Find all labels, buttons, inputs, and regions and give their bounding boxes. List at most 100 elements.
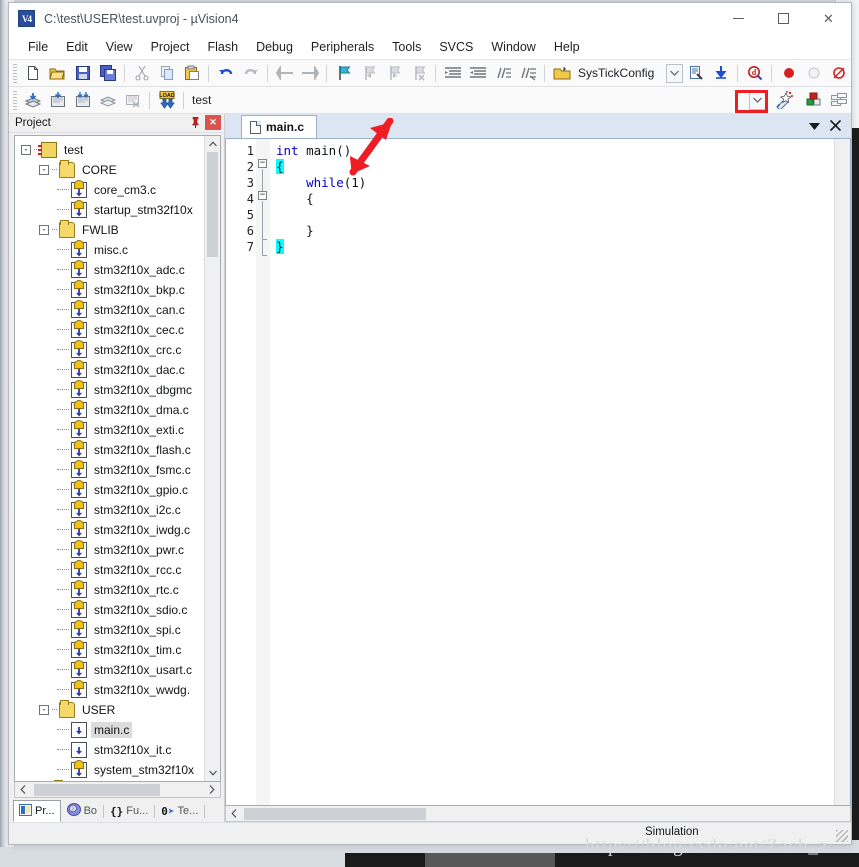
tree-item[interactable]: stm32f10x_rtc.c	[15, 579, 204, 600]
comment-icon[interactable]	[490, 62, 515, 85]
bookmark-toggle-icon[interactable]	[331, 62, 356, 85]
breakpoint-kill-icon[interactable]	[826, 62, 851, 85]
manage-project-items-icon[interactable]	[801, 89, 826, 112]
menu-svcs[interactable]: SVCS	[430, 37, 482, 57]
pin-icon[interactable]	[187, 115, 203, 130]
tree-item[interactable]: stm32f10x_flash.c	[15, 439, 204, 460]
function-browse-icon[interactable]	[549, 62, 574, 85]
tree-item[interactable]: stm32f10x_dbgmc	[15, 379, 204, 400]
fold-toggle-icon[interactable]: −	[258, 159, 267, 168]
menu-debug[interactable]: Debug	[247, 37, 302, 57]
tree-item[interactable]: - CORE	[15, 159, 204, 180]
resize-grip-icon[interactable]	[836, 830, 848, 842]
translate-icon[interactable]	[20, 89, 45, 112]
tree-item[interactable]: stm32f10x_wwdg.	[15, 679, 204, 700]
tab-functions[interactable]: {} Fu...	[104, 800, 154, 822]
project-tree-horizontal-scrollbar[interactable]	[14, 782, 221, 798]
tree-item[interactable]: stm32f10x_usart.c	[15, 659, 204, 680]
manage-multi-project-icon[interactable]	[826, 89, 851, 112]
insert-marker-icon[interactable]	[708, 62, 733, 85]
tree-item[interactable]: stm32f10x_rcc.c	[15, 559, 204, 580]
target-name-label[interactable]: test	[188, 91, 358, 110]
menu-flash[interactable]: Flash	[198, 37, 247, 57]
cut-icon[interactable]	[129, 62, 154, 85]
menu-view[interactable]: View	[97, 37, 142, 57]
tab-project[interactable]: Pr...	[13, 800, 61, 822]
tree-item[interactable]: - USER	[15, 699, 204, 720]
scrollbar-track[interactable]	[205, 256, 220, 765]
navigate-forward-icon[interactable]	[297, 62, 322, 85]
bookmark-prev-icon[interactable]	[356, 62, 381, 85]
breakpoint-icon[interactable]	[776, 62, 801, 85]
close-icon[interactable]: ✕	[205, 115, 221, 131]
project-tree-vertical-scrollbar[interactable]	[204, 135, 220, 781]
scrollbar-thumb[interactable]	[207, 151, 218, 257]
stop-build-icon[interactable]	[120, 89, 145, 112]
tree-item[interactable]: stm32f10x_adc.c	[15, 259, 204, 280]
toolbar-grip[interactable]	[13, 90, 17, 110]
outdent-icon[interactable]	[465, 62, 490, 85]
open-file-icon[interactable]	[45, 62, 70, 85]
tree-item[interactable]: stm32f10x_spi.c	[15, 619, 204, 640]
load-download-icon[interactable]: LOAD	[154, 89, 179, 112]
copy-icon[interactable]	[154, 62, 179, 85]
tree-item[interactable]: stm32f10x_pwr.c	[15, 539, 204, 560]
tree-expander-icon[interactable]: -	[21, 144, 31, 155]
tree-item[interactable]: stm32f10x_iwdg.c	[15, 519, 204, 540]
tree-item[interactable]: - test	[15, 140, 204, 160]
tree-item[interactable]: stm32f10x_dac.c	[15, 359, 204, 380]
bookmark-next-icon[interactable]	[381, 62, 406, 85]
tab-templates[interactable]: 0➤ Te...	[155, 800, 204, 822]
tree-item[interactable]: main.c	[15, 720, 204, 740]
scrollbar-thumb[interactable]	[244, 807, 426, 820]
code-line[interactable]: int main()	[276, 143, 834, 159]
paste-icon[interactable]	[179, 62, 204, 85]
tree-item[interactable]: stm32f10x_exti.c	[15, 419, 204, 440]
menu-help[interactable]: Help	[545, 37, 589, 57]
tree-expander-icon[interactable]: -	[39, 164, 49, 175]
tree-item[interactable]: core_cm3.c	[15, 179, 204, 200]
tree-item[interactable]: stm32f10x_cec.c	[15, 319, 204, 340]
navigate-back-icon[interactable]	[272, 62, 297, 85]
tree-item[interactable]: stm32f10x_tim.c	[15, 639, 204, 660]
tree-item[interactable]: stm32f10x_can.c	[15, 299, 204, 320]
code-line[interactable]: {	[276, 159, 834, 175]
save-all-icon[interactable]	[95, 62, 120, 85]
code-line[interactable]: }	[276, 223, 834, 239]
undo-icon[interactable]	[213, 62, 238, 85]
document-tab-main-c[interactable]: main.c	[241, 115, 318, 138]
tree-item[interactable]: stm32f10x_dma.c	[15, 399, 204, 420]
rebuild-icon[interactable]	[70, 89, 95, 112]
fold-toggle-icon[interactable]: −	[258, 191, 267, 200]
maximize-icon[interactable]	[761, 3, 806, 34]
tab-books[interactable]: ? Bo	[61, 800, 103, 822]
indent-icon[interactable]	[440, 62, 465, 85]
menu-project[interactable]: Project	[142, 37, 199, 57]
tree-item[interactable]: system_stm32f10x	[15, 759, 204, 780]
minimize-icon[interactable]	[716, 3, 761, 34]
code-line[interactable]: {	[276, 191, 834, 207]
tree-item[interactable]: startup_stm32f10x	[15, 199, 204, 220]
chevron-up-icon[interactable]	[205, 135, 220, 152]
scrollbar-track[interactable]	[835, 139, 850, 805]
tree-item[interactable]: stm32f10x_crc.c	[15, 339, 204, 360]
bookmark-clear-icon[interactable]	[406, 62, 431, 85]
editor-horizontal-scrollbar[interactable]	[225, 806, 851, 822]
tree-expander-icon[interactable]: -	[39, 704, 49, 715]
batch-build-icon[interactable]	[95, 89, 120, 112]
code-folding-gutter[interactable]: − −	[256, 139, 270, 805]
options-for-target-icon[interactable]	[771, 89, 796, 112]
code-line[interactable]: }	[276, 239, 834, 255]
new-file-icon[interactable]	[20, 62, 45, 85]
menu-edit[interactable]: Edit	[57, 37, 97, 57]
menu-tools[interactable]: Tools	[383, 37, 430, 57]
tree-item[interactable]: stm32f10x_it.c	[15, 740, 204, 760]
close-icon[interactable]	[829, 119, 842, 134]
editor-vertical-scrollbar[interactable]	[834, 139, 850, 805]
chevron-down-icon[interactable]	[666, 63, 683, 83]
toolbar-grip[interactable]	[13, 63, 17, 83]
tree-expander-icon[interactable]: -	[39, 224, 49, 235]
find-in-files-icon[interactable]	[683, 62, 708, 85]
code-line[interactable]: while(1)	[276, 175, 834, 191]
tree-item[interactable]: stm32f10x_fsmc.c	[15, 459, 204, 480]
